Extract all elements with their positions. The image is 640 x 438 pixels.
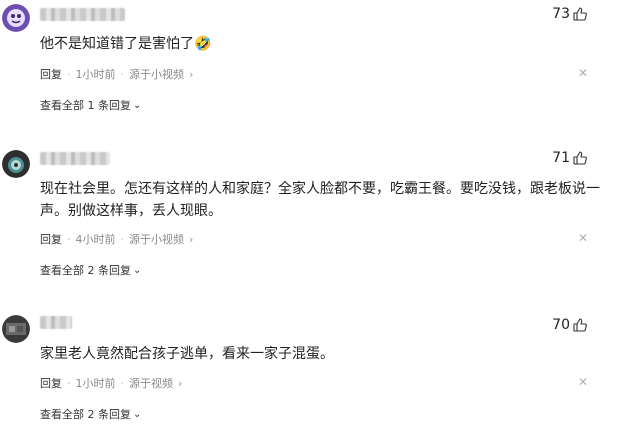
- close-icon[interactable]: ✕: [578, 375, 588, 389]
- chevron-down-icon: ⌄: [133, 264, 142, 276]
- comment-meta: 回复 · 4小时前 · 源于小视频 ›: [40, 231, 193, 247]
- username[interactable]: [40, 316, 72, 329]
- thumbs-up-icon: [573, 7, 587, 21]
- like-count: 70: [552, 317, 570, 333]
- comment-text: 他不是知道错了是害怕了🤣: [40, 36, 212, 52]
- view-replies-button[interactable]: 查看全部 2 条回复 ⌄: [40, 262, 141, 278]
- comment-item: 70 家里老人竟然配合孩子逃单，看来一家子混蛋。 回复 · 1小时前 · 源于视…: [0, 310, 640, 438]
- username[interactable]: [40, 8, 125, 21]
- chevron-down-icon: ⌄: [133, 99, 142, 111]
- timestamp: 1小时前: [75, 68, 116, 81]
- view-replies-button[interactable]: 查看全部 1 条回复 ⌄: [40, 97, 141, 113]
- timestamp: 4小时前: [75, 233, 116, 246]
- view-replies-button[interactable]: 查看全部 2 条回复 ⌄: [40, 406, 141, 422]
- comment-item: 73 他不是知道错了是害怕了🤣 回复 · 1小时前 · 源于小视频 › ✕ 查看…: [0, 0, 640, 120]
- source-label: 源于小视频: [129, 233, 184, 246]
- separator: ·: [120, 67, 125, 81]
- comment-text: 现在社会里。怎还有这样的人和家庭？全家人脸都不要，吃霸王餐。要吃没钱，跟老板说一…: [40, 181, 600, 219]
- comment-item: 71 现在社会里。怎还有这样的人和家庭？全家人脸都不要，吃霸王餐。要吃没钱，跟老…: [0, 145, 640, 285]
- avatar[interactable]: [2, 315, 30, 343]
- reply-button[interactable]: 回复: [40, 66, 62, 82]
- chevron-right-icon: ›: [189, 67, 194, 81]
- chevron-down-icon: ⌄: [133, 408, 142, 420]
- username[interactable]: [40, 152, 110, 165]
- view-replies-label: 查看全部 1 条回复: [40, 99, 131, 112]
- chevron-right-icon: ›: [189, 232, 194, 246]
- reply-button[interactable]: 回复: [40, 375, 62, 391]
- thumbs-up-icon: [573, 151, 587, 165]
- like-button[interactable]: 73: [552, 6, 588, 22]
- source-label: 源于视频: [129, 377, 173, 390]
- close-icon[interactable]: ✕: [578, 66, 588, 80]
- avatar[interactable]: [2, 150, 30, 178]
- separator: ·: [120, 376, 125, 390]
- comment-meta: 回复 · 1小时前 · 源于小视频 ›: [40, 66, 193, 82]
- view-replies-label: 查看全部 2 条回复: [40, 408, 131, 421]
- like-button[interactable]: 71: [552, 150, 588, 166]
- like-count: 71: [552, 150, 570, 166]
- reply-button[interactable]: 回复: [40, 231, 62, 247]
- separator: ·: [120, 232, 125, 246]
- thumbs-up-icon: [573, 318, 587, 332]
- comment-meta: 回复 · 1小时前 · 源于视频 ›: [40, 375, 182, 391]
- timestamp: 1小时前: [75, 377, 116, 390]
- source-link[interactable]: 源于小视频 ›: [129, 231, 193, 247]
- avatar[interactable]: [2, 4, 30, 32]
- chevron-right-icon: ›: [178, 376, 183, 390]
- separator: ·: [67, 67, 71, 81]
- source-link[interactable]: 源于小视频 ›: [129, 66, 193, 82]
- source-link[interactable]: 源于视频 ›: [129, 375, 182, 391]
- source-label: 源于小视频: [129, 68, 184, 81]
- separator: ·: [67, 376, 71, 390]
- comment-text: 家里老人竟然配合孩子逃单，看来一家子混蛋。: [40, 346, 334, 362]
- like-count: 73: [552, 6, 570, 22]
- separator: ·: [67, 232, 71, 246]
- like-button[interactable]: 70: [552, 317, 588, 333]
- close-icon[interactable]: ✕: [578, 231, 588, 245]
- view-replies-label: 查看全部 2 条回复: [40, 264, 131, 277]
